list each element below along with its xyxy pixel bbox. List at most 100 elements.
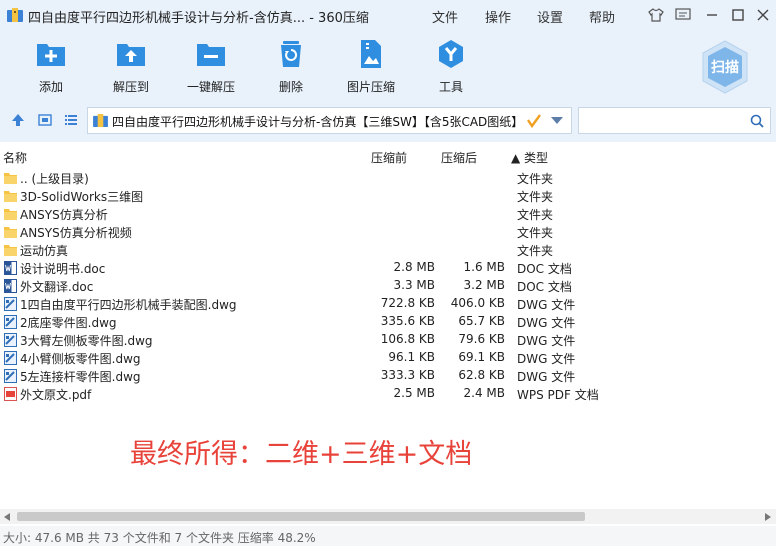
tools-label: 工具 [438, 80, 463, 94]
file-size: 106.8 KB [380, 332, 435, 346]
file-name: .. (上级目录) [20, 172, 89, 186]
scan-button[interactable]: 扫描 [696, 38, 754, 96]
file-name: 设计说明书.doc [20, 262, 106, 276]
column-size[interactable]: 压缩前 [371, 149, 407, 166]
file-name: 外文原文.pdf [20, 388, 92, 402]
file-name: 5左连接杆零件图.dwg [20, 370, 141, 384]
file-row[interactable]: 4小臂侧板零件图.dwg 96.1 KB 69.1 KB DWG 文件 [0, 349, 776, 367]
menu-operate[interactable]: 操作 [485, 7, 511, 26]
maximize-button[interactable] [728, 5, 748, 25]
file-type: DWG 文件 [517, 298, 576, 312]
app-logo-icon [7, 8, 23, 22]
extract-to-button[interactable]: 解压到 [96, 32, 166, 98]
file-row[interactable]: 设计说明书.doc 2.8 MB 1.6 MB DOC 文档 [0, 259, 776, 277]
file-type: 文件夹 [517, 190, 554, 204]
dwg-file-icon [4, 333, 17, 347]
column-header: 名称 压缩前 压缩后 ▲ 类型 [0, 146, 776, 166]
annotation-text: 最终所得：二维+三维+文档 [130, 439, 473, 470]
dwg-file-icon [4, 315, 17, 329]
column-compressed-size[interactable]: 压缩后 [441, 149, 477, 166]
file-row[interactable]: 外文原文.pdf 2.5 MB 2.4 MB WPS PDF 文档 [0, 385, 776, 403]
menu-settings[interactable]: 设置 [537, 7, 563, 26]
extract-icon [117, 44, 145, 66]
dropdown-arrow-icon[interactable] [551, 117, 563, 125]
file-type: DWG 文件 [517, 370, 576, 384]
path-text: 四自由度平行四边形机械手设计与分析-含仿真【三维SW】【含5张CAD图纸】 [112, 115, 524, 129]
file-type: WPS PDF 文档 [517, 388, 599, 402]
search-icon[interactable] [750, 114, 764, 128]
horizontal-scrollbar[interactable] [0, 509, 776, 524]
skin-button[interactable] [646, 5, 666, 25]
menu-file[interactable]: 文件 [432, 7, 458, 26]
scroll-left-icon[interactable] [4, 513, 10, 521]
thumbnail-view-icon[interactable] [38, 113, 52, 127]
shirt-icon [648, 8, 664, 22]
search-input[interactable] [583, 111, 747, 131]
dwg-file-icon [4, 369, 17, 383]
file-size: 2.5 MB [393, 386, 435, 400]
word-doc-icon [4, 261, 17, 275]
file-row[interactable]: ANSYS仿真分析 文件夹 [0, 205, 776, 223]
file-row[interactable]: 2底座零件图.dwg 335.6 KB 65.7 KB DWG 文件 [0, 313, 776, 331]
file-name: 运动仿真 [20, 244, 69, 258]
file-compressed-size: 2.4 MB [463, 386, 505, 400]
dwg-file-icon [4, 297, 17, 311]
file-compressed-size: 69.1 KB [458, 350, 505, 364]
tools-button[interactable]: 工具 [416, 32, 486, 98]
file-name: 3D-SolidWorks三维图 [20, 190, 144, 204]
list-view-icon[interactable] [64, 113, 78, 127]
file-row[interactable]: .. (上级目录) 文件夹 [0, 169, 776, 187]
file-size: 722.8 KB [380, 296, 435, 310]
delete-label: 删除 [278, 80, 303, 94]
search-box[interactable] [578, 107, 771, 134]
file-row[interactable]: 运动仿真 文件夹 [0, 241, 776, 259]
scrollbar-thumb[interactable] [17, 512, 585, 521]
window-title: 四自由度平行四边形机械手设计与分析-含仿真... - 360压缩 [28, 11, 369, 26]
dwg-file-icon [4, 351, 17, 365]
word-doc-icon [4, 279, 17, 293]
column-name[interactable]: 名称 [3, 149, 27, 166]
one-click-extract-button[interactable]: 一键解压 [176, 32, 246, 98]
up-arrow-icon[interactable] [11, 113, 25, 127]
file-name: ANSYS仿真分析 [20, 208, 108, 222]
delete-button[interactable]: 删除 [256, 32, 326, 98]
folder-icon [4, 191, 17, 202]
column-type[interactable]: ▲ 类型 [511, 149, 548, 166]
one-click-extract-label: 一键解压 [186, 80, 235, 94]
one-click-extract-icon [197, 44, 225, 66]
file-name: ANSYS仿真分析视频 [20, 226, 132, 240]
close-button[interactable] [753, 5, 773, 25]
file-name: 2底座零件图.dwg [20, 316, 117, 330]
menu-help[interactable]: 帮助 [589, 7, 615, 26]
minimize-button[interactable] [702, 5, 722, 25]
image-compress-label: 图片压缩 [346, 80, 395, 94]
pdf-file-icon [4, 387, 17, 401]
file-row[interactable]: 1四自由度平行四边形机械手装配图.dwg 722.8 KB 406.0 KB DWG … [0, 295, 776, 313]
file-size: 335.6 KB [380, 314, 435, 328]
file-type: 文件夹 [517, 244, 554, 258]
status-bar: 大小: 47.6 MB 共 73 个文件和 7 个文件夹 压缩率 48.2% [0, 526, 776, 546]
file-row[interactable]: ANSYS仿真分析视频 文件夹 [0, 223, 776, 241]
add-button[interactable]: 添加 [16, 32, 86, 98]
image-compress-button[interactable]: 图片压缩 [336, 32, 406, 98]
file-row[interactable]: 3大臂左侧板零件图.dwg 106.8 KB 79.6 KB DWG 文件 [0, 331, 776, 349]
minimize-icon [707, 14, 717, 16]
archive-icon [93, 114, 108, 127]
path-field[interactable]: 四自由度平行四边形机械手设计与分析-含仿真【三维SW】【含5张CAD图纸】 [87, 107, 572, 134]
file-type: DOC 文档 [517, 280, 572, 294]
folder-icon [4, 245, 17, 256]
scroll-right-icon[interactable] [765, 513, 771, 521]
file-row[interactable]: 外文翻译.doc 3.3 MB 3.2 MB DOC 文档 [0, 277, 776, 295]
file-row[interactable]: 3D-SolidWorks三维图 文件夹 [0, 187, 776, 205]
maximize-icon [732, 9, 744, 21]
file-type: DWG 文件 [517, 334, 576, 348]
folder-icon [4, 227, 17, 238]
feedback-button[interactable] [673, 5, 693, 25]
file-compressed-size: 79.6 KB [458, 332, 505, 346]
file-size: 3.3 MB [393, 278, 435, 292]
file-size: 333.3 KB [380, 368, 435, 382]
file-row[interactable]: 5左连接杆零件图.dwg 333.3 KB 62.8 KB DWG 文件 [0, 367, 776, 385]
folder-icon [4, 209, 17, 220]
image-compress-icon [361, 40, 381, 68]
file-compressed-size: 3.2 MB [463, 278, 505, 292]
